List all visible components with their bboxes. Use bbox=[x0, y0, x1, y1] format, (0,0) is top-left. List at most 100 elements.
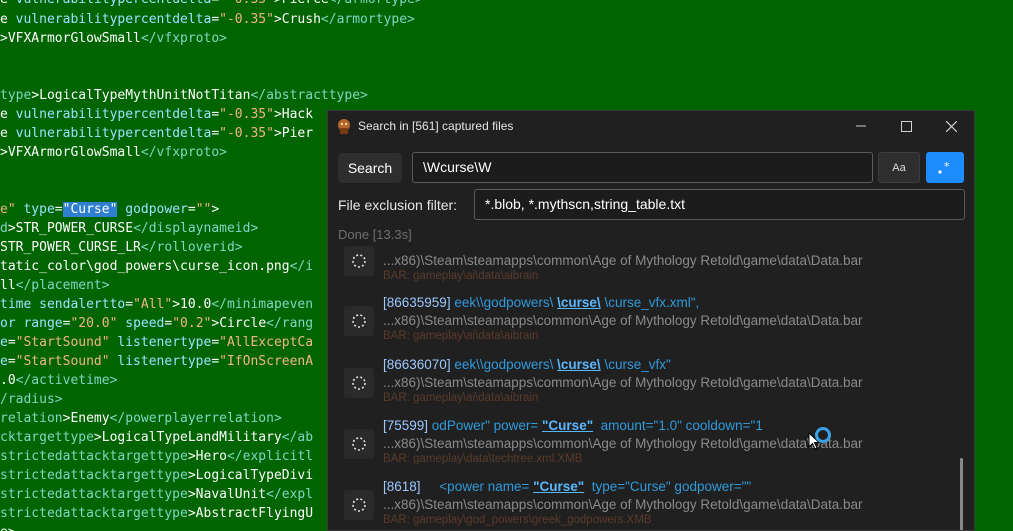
code-token: ll bbox=[0, 278, 16, 293]
result-bar-entry: BAR: gameplay\ai\data\aibrain bbox=[383, 330, 539, 342]
results-list[interactable]: ...x86)\Steam\steamapps\common\Age of My… bbox=[328, 245, 968, 530]
loading-ring-icon bbox=[344, 429, 374, 459]
code-token: "Curse" bbox=[62, 202, 118, 217]
code-token: = bbox=[7, 335, 16, 350]
code-line: relation>Enemy</powerplayerrelation> bbox=[0, 409, 282, 428]
match-case-toggle[interactable]: Aa bbox=[878, 152, 920, 183]
loading-ring-icon bbox=[344, 368, 374, 398]
minimize-button[interactable] bbox=[846, 115, 876, 137]
close-icon bbox=[945, 120, 957, 132]
title-bar: Search in [561] captured files bbox=[328, 111, 974, 142]
code-token: = bbox=[54, 202, 63, 217]
code-token: listenertype bbox=[117, 354, 212, 369]
code-token: = bbox=[7, 354, 16, 369]
result-file-path: ...x86)\Steam\steamapps\common\Age of My… bbox=[383, 497, 863, 512]
maximize-button[interactable] bbox=[891, 115, 921, 137]
result-offset: [86636070] bbox=[383, 357, 451, 372]
code-token: tatic_color\god_powers\curse_icon.png bbox=[0, 259, 290, 274]
code-token: > bbox=[0, 145, 8, 160]
code-token: STR_POWER_CURSE_LR bbox=[0, 240, 141, 255]
code-token: > bbox=[172, 297, 181, 312]
code-token: Enemy bbox=[70, 411, 110, 426]
code-token: > bbox=[273, 12, 282, 27]
result-context: \curse_vfx.xml", bbox=[600, 295, 700, 310]
code-token: "-0.35" bbox=[219, 12, 274, 27]
code-token: relation bbox=[0, 411, 63, 426]
result-context: odPower" power= bbox=[428, 418, 543, 433]
code-token: godpower bbox=[125, 202, 188, 217]
code-line: strictedattacktargettype>Hero</explicitl bbox=[0, 447, 313, 466]
result-item[interactable]: [75599] odPower" power= "Curse" amount="… bbox=[328, 416, 968, 474]
code-token: Pierce bbox=[282, 0, 329, 7]
code-token: e bbox=[0, 0, 16, 7]
code-token: </rolloverid> bbox=[140, 240, 243, 255]
code-token: </minimapeven bbox=[211, 297, 314, 312]
code-token: strictedattacktargettype bbox=[0, 506, 188, 521]
code-token: = bbox=[211, 0, 219, 7]
code-line: or range="20.0" speed="0.2">Circle</rang bbox=[0, 314, 313, 333]
result-file-path: ...x86)\Steam\steamapps\common\Age of My… bbox=[383, 375, 863, 390]
code-token: "-0.35" bbox=[219, 0, 274, 7]
code-token: > bbox=[0, 31, 8, 46]
search-dialog: Search in [561] captured files Search \W… bbox=[327, 110, 975, 531]
code-token: "All" bbox=[133, 297, 173, 312]
result-match: \curse\ bbox=[557, 357, 601, 372]
code-token: = bbox=[187, 202, 196, 217]
code-line: e" type="Curse" godpower=""> bbox=[0, 200, 219, 219]
code-token: "-0.35" bbox=[219, 107, 274, 122]
code-token: cktargettype bbox=[0, 430, 94, 445]
code-line: e="StartSound" listenertype="AllExceptCa bbox=[0, 333, 313, 352]
code-token: </placement> bbox=[15, 278, 110, 293]
code-token: type bbox=[23, 202, 55, 217]
result-match-line: [75599] odPower" power= "Curse" amount="… bbox=[383, 418, 763, 433]
code-token: /radius> bbox=[0, 392, 63, 407]
code-token: time bbox=[0, 297, 32, 312]
code-line: strictedattacktargettype>NavalUnit</expl bbox=[0, 485, 313, 504]
exclusion-filter-input[interactable]: *.blob, *.mythscn,string_table.txt bbox=[474, 189, 965, 220]
code-token: "0.2" bbox=[172, 316, 212, 331]
code-line: e vulnerabilitypercentdelta="-0.35">Crus… bbox=[0, 10, 415, 29]
code-token: "IfOnScreenA bbox=[219, 354, 314, 369]
code-token: > bbox=[273, 107, 282, 122]
code-token: "StartSound" bbox=[15, 335, 110, 350]
result-offset: [86635959] bbox=[383, 295, 451, 310]
loading-ring-icon bbox=[344, 490, 374, 520]
result-match: \curse\ bbox=[557, 295, 601, 310]
result-item[interactable]: ...x86)\Steam\steamapps\common\Age of My… bbox=[328, 245, 968, 291]
code-token: .0 bbox=[0, 373, 16, 388]
result-item[interactable]: [8618] <power name= "Curse" type="Curse"… bbox=[328, 477, 968, 530]
code-token: type bbox=[0, 88, 32, 103]
code-token: = bbox=[211, 354, 220, 369]
code-token: </armortype> bbox=[320, 12, 415, 27]
result-file-path: ...x86)\Steam\steamapps\common\Age of My… bbox=[383, 253, 863, 268]
code-token: range bbox=[23, 316, 63, 331]
code-line: STR_POWER_CURSE_LR</rolloverid> bbox=[0, 238, 243, 257]
result-offset: [8618] bbox=[383, 479, 421, 494]
result-match-line: [86636070] eek\\godpowers\ \curse\ \curs… bbox=[383, 357, 671, 372]
code-token: sendalertto bbox=[39, 297, 126, 312]
search-input[interactable]: \Wcurse\W bbox=[412, 152, 873, 183]
code-token: </abstracttype> bbox=[250, 88, 368, 103]
exclusion-filter-label: File exclusion filter: bbox=[338, 197, 458, 213]
result-context: eek\\godpowers\ bbox=[450, 295, 558, 310]
close-button[interactable] bbox=[936, 115, 966, 137]
code-token: > bbox=[187, 487, 196, 502]
search-button[interactable]: Search bbox=[338, 153, 402, 183]
code-token: VFXArmorGlowSmall bbox=[7, 145, 141, 160]
result-file-path: ...x86)\Steam\steamapps\common\Age of My… bbox=[383, 313, 863, 328]
code-token: listenertype bbox=[117, 335, 212, 350]
result-match-line: [86635959] eek\\godpowers\ \curse\ \curs… bbox=[383, 295, 699, 310]
code-token: = bbox=[125, 297, 134, 312]
result-item[interactable]: [86636070] eek\\godpowers\ \curse\ \curs… bbox=[328, 355, 968, 413]
code-token: Circle bbox=[219, 316, 267, 331]
result-item[interactable]: [86635959] eek\\godpowers\ \curse\ \curs… bbox=[328, 293, 968, 351]
code-token: Pier bbox=[281, 126, 314, 141]
regex-toggle[interactable]: * bbox=[926, 152, 964, 183]
result-bar-entry: BAR: gameplay\data\techtree.xml.XMB bbox=[383, 453, 583, 465]
code-token: Hack bbox=[281, 107, 314, 122]
code-token: </displaynameid> bbox=[133, 221, 259, 236]
results-scrollbar[interactable] bbox=[960, 458, 963, 530]
code-token: > bbox=[274, 0, 282, 7]
result-context: amount="1.0" cooldown="1 bbox=[593, 418, 763, 433]
code-line: time sendalertto="All">10.0</minimapeven bbox=[0, 295, 313, 314]
